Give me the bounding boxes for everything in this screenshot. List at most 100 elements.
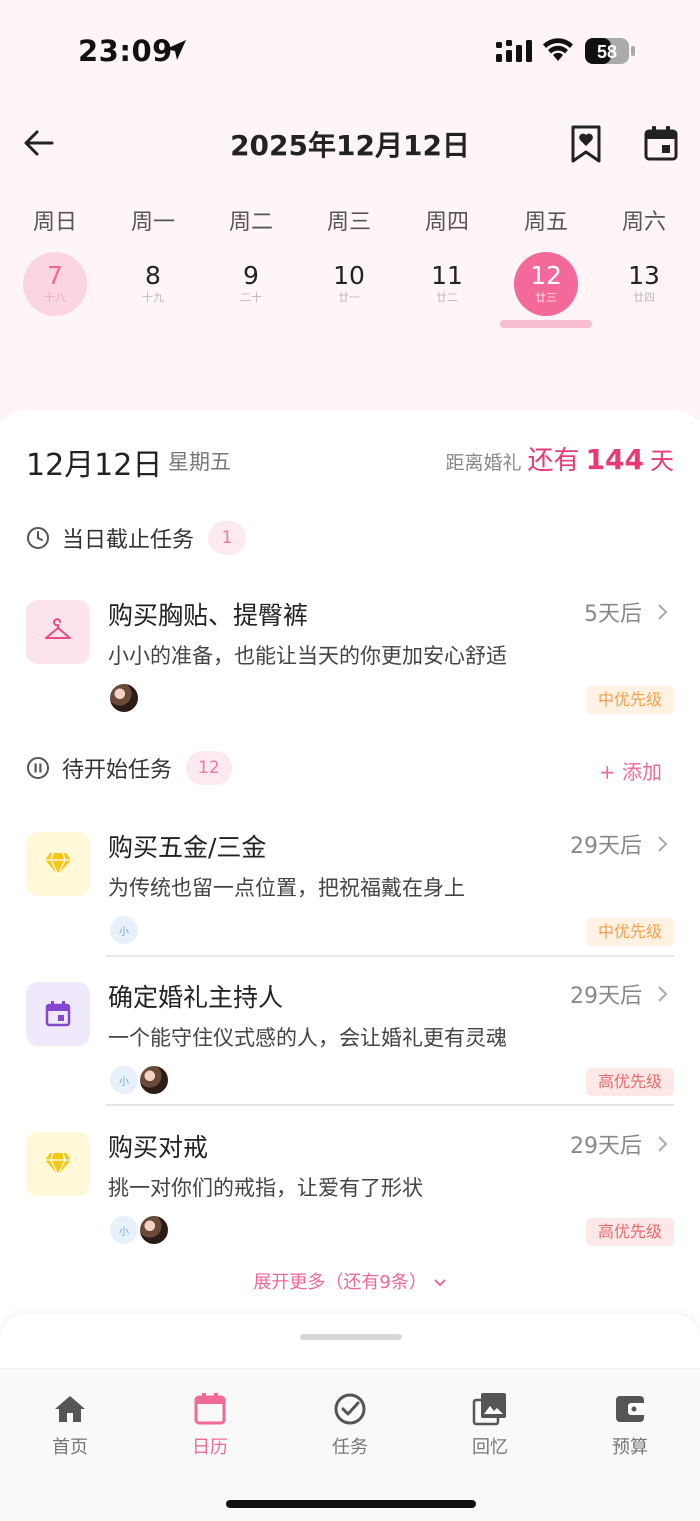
task-title: 购买胸贴、提臀裤 xyxy=(108,601,309,630)
selected-day-indicator xyxy=(500,320,592,328)
day-weekday: 周六 xyxy=(621,210,666,235)
sheet-drag-handle[interactable] xyxy=(300,1334,402,1340)
day-number: 11 xyxy=(431,261,463,290)
task-icon-box xyxy=(26,982,90,1046)
chevron-right-icon xyxy=(658,1136,668,1152)
task-due: 29天后 xyxy=(570,834,642,859)
chevron-right-icon xyxy=(658,604,668,620)
wallet-icon xyxy=(616,1396,646,1422)
avatar: 小 xyxy=(108,1214,140,1246)
task-description: 为传统也留一点位置，把祝福戴在身上 xyxy=(108,876,465,900)
day-number: 7 xyxy=(47,261,63,290)
due-today-header: 当日截止任务 1 xyxy=(26,520,247,556)
day-lunar: 廿一 xyxy=(338,291,360,304)
bottom-sheet[interactable] xyxy=(0,1314,700,1374)
pending-header: 待开始任务 12 xyxy=(26,750,232,786)
day-lunar: 二十 xyxy=(240,291,262,304)
week-strip: 周日 7 十八 周一 8 十九 周二 9 二十 周三 10 廿一 周四 11 廿二 周五 … xyxy=(0,206,700,336)
tab-budget[interactable]: 预算 xyxy=(560,1391,700,1459)
location-arrow-icon xyxy=(166,40,186,60)
section-count-badge: 12 xyxy=(186,751,232,785)
tab-label: 回忆 xyxy=(472,1437,508,1458)
wedding-countdown: 距离婚礼 还有 144 天 xyxy=(446,440,674,477)
assignee-avatars: 小 xyxy=(108,1064,170,1096)
bookmark-heart-icon[interactable] xyxy=(568,124,604,164)
cellular-signal-icon xyxy=(496,40,532,62)
task-title: 购买对戒 xyxy=(108,1133,209,1162)
day-cell[interactable]: 周三 10 廿一 xyxy=(300,206,398,316)
countdown-days: 144 xyxy=(585,443,644,476)
assignee-avatars: 小 xyxy=(108,1214,170,1246)
day-cell-selected[interactable]: 周五 12 廿三 xyxy=(497,206,595,316)
tab-label: 日历 xyxy=(192,1437,228,1458)
day-weekday: 周日 xyxy=(32,210,77,235)
pause-circle-icon xyxy=(27,757,49,779)
task-title: 确定婚礼主持人 xyxy=(108,983,284,1012)
calendar-icon xyxy=(45,1001,71,1027)
battery-icon: 58 xyxy=(585,38,635,64)
status-time: 23:09 xyxy=(78,34,173,68)
task-item[interactable]: 购买胸贴、提臀裤 小小的准备，也能让当天的你更加安心舒适 5天后 中优先级 xyxy=(0,596,700,726)
task-due: 29天后 xyxy=(570,1134,642,1159)
diamond-icon xyxy=(45,1152,71,1177)
avatar xyxy=(108,682,140,714)
calendar-icon xyxy=(194,1393,226,1425)
selected-weekday: 星期五 xyxy=(168,450,231,474)
day-weekday: 周三 xyxy=(326,210,371,235)
avatar xyxy=(138,1064,170,1096)
day-cell[interactable]: 周日 7 十八 xyxy=(6,206,104,316)
day-lunar: 廿三 xyxy=(535,291,557,304)
hanger-icon xyxy=(45,618,71,639)
photos-icon xyxy=(472,1393,506,1426)
tab-memories[interactable]: 回忆 xyxy=(420,1391,560,1459)
task-icon-box xyxy=(26,600,90,664)
chevron-down-icon xyxy=(433,1279,446,1287)
task-description: 小小的准备，也能让当天的你更加安心舒适 xyxy=(108,644,507,668)
task-icon-box xyxy=(26,832,90,896)
avatar xyxy=(138,1214,170,1246)
day-cell[interactable]: 周六 13 廿四 xyxy=(595,206,693,316)
tab-label: 首页 xyxy=(52,1437,88,1458)
day-cell[interactable]: 周二 9 二十 xyxy=(202,206,300,316)
countdown-prefix: 距离婚礼 xyxy=(445,452,522,474)
section-count-badge: 1 xyxy=(208,521,247,555)
task-item[interactable]: 购买对戒 挑一对你们的戒指，让爱有了形状 29天后 小 高优先级 xyxy=(0,1128,700,1258)
task-due: 5天后 xyxy=(584,602,642,627)
day-weekday: 周二 xyxy=(228,210,273,235)
tab-label: 任务 xyxy=(332,1437,368,1458)
divider xyxy=(106,955,674,957)
day-number: 9 xyxy=(243,261,259,290)
task-icon-box xyxy=(26,1132,90,1196)
task-description: 挑一对你们的戒指，让爱有了形状 xyxy=(108,1176,423,1200)
expand-more-button[interactable]: 展开更多（还有9条） xyxy=(0,1268,700,1294)
task-item[interactable]: 确定婚礼主持人 一个能守住仪式感的人，会让婚礼更有灵魂 29天后 小 高优先级 xyxy=(0,978,700,1108)
selected-date: 12月12日 xyxy=(26,448,163,483)
day-number: 8 xyxy=(145,261,161,290)
clock-icon xyxy=(27,527,49,549)
home-icon xyxy=(55,1396,85,1422)
home-indicator xyxy=(226,1500,476,1508)
day-lunar: 十八 xyxy=(44,291,66,304)
day-cell[interactable]: 周四 11 廿二 xyxy=(398,206,496,316)
day-detail-card: 12月12日 星期五 距离婚礼 还有 144 天 当日截止任务 1 购买胸贴、提臀裤 … xyxy=(0,410,700,1370)
day-weekday: 周四 xyxy=(424,210,469,235)
task-title: 购买五金/三金 xyxy=(108,833,267,862)
day-cell[interactable]: 周一 8 十九 xyxy=(104,206,202,316)
tab-tasks[interactable]: 任务 xyxy=(280,1391,420,1459)
calendar-icon[interactable] xyxy=(642,124,680,162)
priority-badge: 高优先级 xyxy=(585,1218,674,1246)
priority-badge: 中优先级 xyxy=(585,918,674,946)
countdown-still: 还有 xyxy=(527,446,580,476)
check-circle-icon xyxy=(334,1393,366,1425)
tab-calendar[interactable]: 日历 xyxy=(140,1391,280,1459)
assignee-avatars xyxy=(108,682,140,714)
section-label: 待开始任务 xyxy=(62,758,173,783)
day-weekday: 周五 xyxy=(523,210,568,235)
assignee-avatars: 小 xyxy=(108,914,140,946)
wifi-icon xyxy=(543,38,573,61)
battery-level: 58 xyxy=(597,42,617,62)
tab-home[interactable]: 首页 xyxy=(0,1391,140,1459)
add-task-button[interactable]: + 添加 xyxy=(599,756,662,785)
task-item[interactable]: 购买五金/三金 为传统也留一点位置，把祝福戴在身上 29天后 小 中优先级 xyxy=(0,828,700,958)
day-number: 10 xyxy=(333,261,365,290)
